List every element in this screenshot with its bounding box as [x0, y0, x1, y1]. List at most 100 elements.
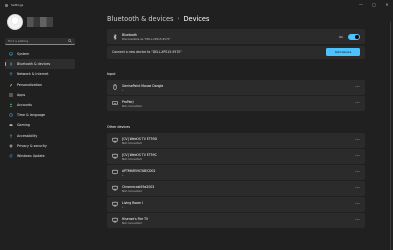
more-options-icon[interactable]: ···	[355, 100, 360, 105]
section-input-label: Input	[107, 72, 116, 76]
nav-list: System Bluetooth & devices Network & inter…	[5, 49, 75, 161]
brush-icon	[9, 83, 13, 87]
minimize-button[interactable]: —	[358, 2, 364, 7]
more-options-icon[interactable]: ···	[355, 217, 360, 222]
sidebar-item-label: Network & internet	[17, 72, 49, 77]
sidebar-item-privacy-security[interactable]: Privacy & security	[5, 141, 75, 151]
bluetooth-subtitle: Discoverable as "DELL-XPS15-9570"	[122, 37, 171, 41]
sidebar-item-label: Personalization	[17, 82, 42, 87]
device-name: GenisePoint Mouse Dongle	[122, 83, 164, 88]
sidebar-item-bluetooth-devices[interactable]: Bluetooth & devices	[5, 59, 75, 70]
bluetooth-icon	[10, 62, 13, 67]
avatar[interactable]	[7, 14, 23, 30]
wifi-icon	[9, 73, 13, 76]
device-status: Not connected	[122, 189, 142, 193]
device-name: Living Room I	[122, 200, 143, 205]
bluetooth-toggle-label: On	[339, 34, 344, 39]
sidebar-item-system[interactable]: System	[5, 49, 75, 59]
tv-icon	[112, 153, 118, 159]
user-profile[interactable]	[7, 14, 53, 30]
page-heading: Bluetooth & devices › Devices	[107, 15, 209, 23]
more-options-icon[interactable]: ···	[355, 153, 360, 158]
bluetooth-icon	[113, 33, 117, 40]
sidebar-item-label: Accessibility	[17, 133, 38, 138]
close-button[interactable]: ✕	[384, 2, 390, 7]
monitor-icon	[9, 52, 13, 56]
search-icon[interactable]	[68, 39, 72, 43]
device-row[interactable]: ProPairJ Not connected ···	[107, 96, 365, 111]
tv-icon	[112, 201, 118, 207]
sidebar-item-label: System	[17, 52, 30, 57]
update-icon	[9, 154, 13, 158]
device-row[interactable]: Hisense's Fire TV Not connected ···	[107, 213, 365, 228]
breadcrumb-separator: ›	[177, 16, 180, 22]
device-row[interactable]: Living Room I • ···	[107, 197, 365, 212]
bluetooth-title: Bluetooth	[122, 32, 138, 37]
device-name: Hisense's Fire TV	[122, 216, 149, 221]
device-row[interactable]: [CV] WebOS TV ET59C Not connected ···	[107, 149, 365, 164]
sidebar-item-label: Windows Update	[17, 153, 45, 158]
tv-icon	[112, 217, 118, 223]
sidebar-item-label: Accounts	[17, 103, 33, 108]
more-options-icon[interactable]: ···	[355, 137, 360, 142]
sidebar-item-gaming[interactable]: Gaming	[5, 120, 75, 130]
section-other-label: Other devices	[107, 125, 130, 129]
search-input[interactable]	[8, 39, 64, 43]
sidebar-item-time-language[interactable]: Time & language	[5, 110, 75, 120]
sidebar-item-label: Apps	[17, 92, 26, 97]
device-name: ProPairJ	[122, 99, 134, 104]
settings-app-icon	[5, 3, 8, 7]
device-name: APTMNR59C58ECD02	[122, 168, 156, 173]
add-device-card: Connect a new device to "DELL-XPS15-9570…	[107, 45, 365, 59]
sidebar-item-accessibility[interactable]: Accessibility	[5, 131, 75, 141]
device-status: •	[122, 205, 124, 209]
title-bar: Settings — □ ✕	[0, 0, 393, 10]
device-row[interactable]: Chromecast59a2003 Not connected ···	[107, 181, 365, 196]
window-controls: — □ ✕	[358, 2, 390, 7]
gamepad-icon	[9, 124, 13, 127]
more-options-icon[interactable]: ···	[355, 84, 360, 89]
scrollbar[interactable]	[390, 22, 391, 250]
main-content: Bluetooth & devices › Devices Bluetooth …	[80, 10, 393, 250]
tv-icon	[112, 137, 118, 143]
bluetooth-toggle[interactable]	[348, 33, 360, 40]
sidebar-item-windows-update[interactable]: Windows Update	[5, 151, 75, 161]
profile-name-redacted	[27, 17, 53, 27]
add-device-button[interactable]: Add device	[326, 48, 360, 56]
sidebar-item-accounts[interactable]: Accounts	[5, 100, 75, 110]
tv-icon	[112, 185, 118, 191]
account-icon	[9, 103, 13, 107]
device-name: Chromecast59a2003	[122, 184, 155, 189]
maximize-button[interactable]: □	[371, 2, 377, 7]
more-options-icon[interactable]: ···	[355, 201, 360, 206]
device-status: Not connected	[122, 104, 142, 108]
sidebar-item-label: Time & language	[17, 113, 46, 118]
sidebar-item-apps[interactable]: Apps	[5, 90, 75, 100]
device-status: •	[122, 173, 124, 177]
bluetooth-card: Bluetooth Discoverable as "DELL-XPS15-95…	[107, 29, 365, 44]
window-title: Settings	[11, 3, 24, 7]
device-status: •	[122, 88, 124, 92]
device-name: [CV] WebOS TV ET59D	[122, 136, 157, 141]
page-title: Devices	[183, 15, 210, 23]
device-status: Not connected	[122, 221, 142, 225]
device-row[interactable]: [CV] WebOS TV ET59D Not connected ···	[107, 133, 365, 148]
search-box[interactable]	[5, 38, 75, 45]
device-status: Not connected	[122, 157, 142, 161]
accessibility-icon	[9, 133, 13, 138]
sidebar-item-network-internet[interactable]: Network & internet	[5, 69, 75, 79]
sidebar: System Bluetooth & devices Network & inter…	[0, 10, 80, 250]
device-row[interactable]: GenisePoint Mouse Dongle • ···	[107, 80, 365, 95]
more-options-icon[interactable]: ···	[355, 169, 360, 174]
apps-icon	[9, 93, 13, 97]
device-icon	[112, 169, 118, 175]
device-status: Not connected	[122, 141, 142, 145]
sidebar-item-label: Bluetooth & devices	[17, 62, 51, 67]
sidebar-item-personalization[interactable]: Personalization	[5, 80, 75, 90]
device-row[interactable]: APTMNR59C58ECD02 • ···	[107, 165, 365, 180]
more-options-icon[interactable]: ···	[355, 185, 360, 190]
keyboard-icon	[112, 101, 118, 105]
sidebar-item-label: Gaming	[17, 123, 30, 128]
breadcrumb-parent[interactable]: Bluetooth & devices	[107, 15, 173, 23]
device-name: [CV] WebOS TV ET59C	[122, 152, 157, 157]
